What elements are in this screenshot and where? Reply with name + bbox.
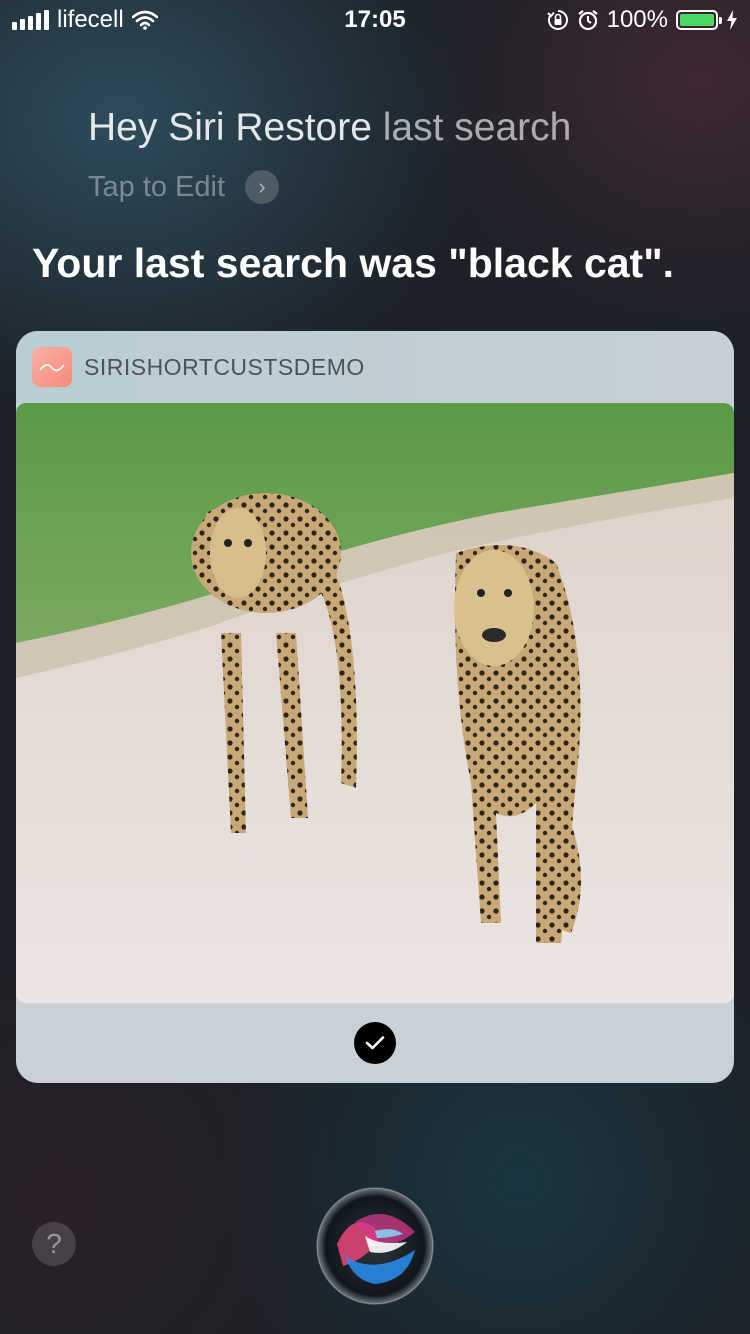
query-main: Hey Siri Restore xyxy=(88,106,372,149)
charging-icon xyxy=(727,10,737,30)
app-name: SIRISHORTCUSTSDEMO xyxy=(84,353,365,380)
tap-to-edit-button[interactable]: Tap to Edit › xyxy=(88,170,280,204)
siri-query-text: Hey Siri Restore last search xyxy=(88,106,571,150)
status-right: 100% xyxy=(546,6,738,34)
status-bar: lifecell 17:05 100% xyxy=(0,0,750,40)
card-header: SIRISHORTCUSTSDEMO xyxy=(16,331,734,403)
battery-percent: 100% xyxy=(606,6,668,33)
card-footer xyxy=(16,1003,734,1083)
siri-answer: Your last search was "black cat". xyxy=(32,240,675,286)
help-icon[interactable]: ? xyxy=(32,1222,76,1266)
search-result-photo xyxy=(16,403,734,1003)
orientation-lock-icon xyxy=(546,10,568,30)
tap-to-edit-label: Tap to Edit xyxy=(88,170,226,203)
checkmark-icon xyxy=(354,1022,396,1064)
chevron-right-icon: › xyxy=(245,170,280,204)
shortcut-result-card[interactable]: SIRISHORTCUSTSDEMO xyxy=(16,331,734,1083)
query-dim: last search xyxy=(371,106,572,149)
alarm-icon xyxy=(577,9,598,31)
battery-icon xyxy=(676,10,722,30)
siri-orb-icon[interactable] xyxy=(315,1186,435,1306)
app-icon xyxy=(32,347,72,387)
